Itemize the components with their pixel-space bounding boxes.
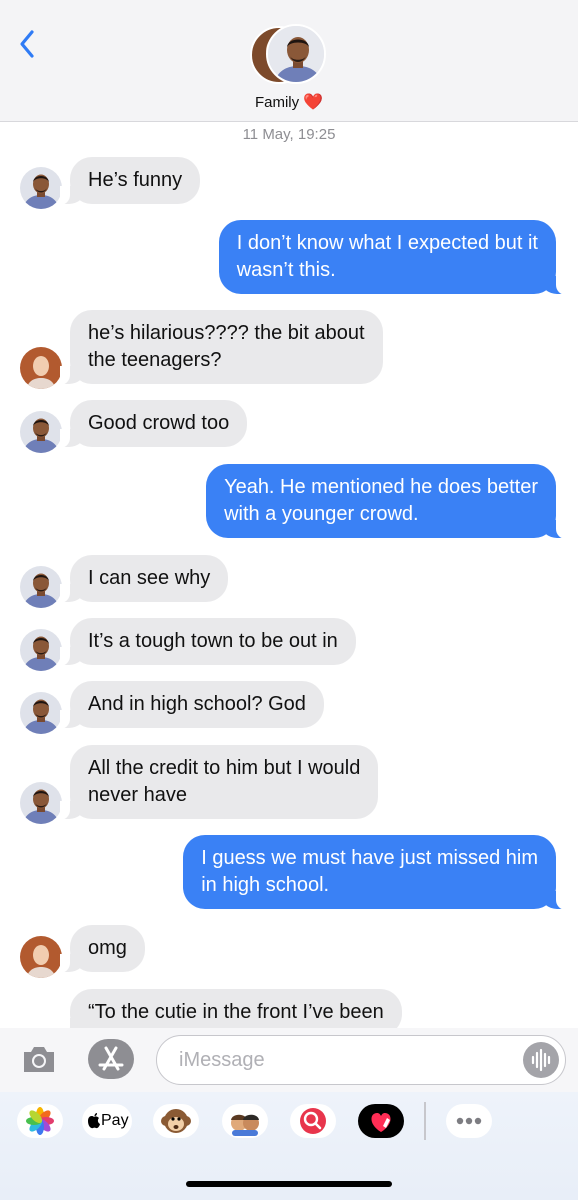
incoming-message[interactable]: omg: [60, 925, 145, 973]
memoji-stickers-button[interactable]: [222, 1104, 268, 1138]
sender-avatar[interactable]: [20, 936, 62, 978]
digital-touch-icon: [371, 1113, 391, 1132]
monkey-icon: [161, 1109, 191, 1133]
animoji-button[interactable]: [153, 1104, 199, 1138]
sender-avatar[interactable]: [20, 782, 62, 824]
home-indicator[interactable]: [186, 1181, 392, 1187]
sender-avatar[interactable]: [20, 629, 62, 671]
photos-app-button[interactable]: [17, 1104, 63, 1138]
camera-button[interactable]: [20, 1040, 58, 1078]
incoming-message[interactable]: It’s a tough town to be out in: [60, 618, 356, 666]
chevron-left-icon: [20, 30, 34, 58]
image-search-button[interactable]: [290, 1104, 336, 1138]
sender-avatar[interactable]: [20, 692, 62, 734]
outgoing-message[interactable]: I guess we must have just missed him in …: [183, 835, 566, 910]
group-avatar[interactable]: [250, 24, 328, 86]
more-apps-button[interactable]: [446, 1104, 492, 1138]
sender-avatar[interactable]: [20, 411, 62, 453]
more-icon: [456, 1117, 482, 1125]
audio-message-button[interactable]: [523, 1042, 559, 1078]
conversation-name: Family: [254, 94, 300, 111]
waveform-icon: [531, 1048, 551, 1072]
incoming-message[interactable]: Good crowd too: [59, 400, 248, 448]
incoming-message[interactable]: He’s funny: [59, 157, 201, 205]
apple-pay-button[interactable]: Pay: [82, 1104, 132, 1138]
app-store-icon: [98, 1046, 124, 1071]
back-button[interactable]: [14, 26, 44, 62]
message-input[interactable]: [179, 1046, 519, 1074]
message-field[interactable]: [156, 1035, 566, 1085]
incoming-message[interactable]: All the credit to him but I would never …: [59, 745, 379, 820]
conversation-title[interactable]: Family ❤️: [0, 92, 578, 112]
sender-avatar[interactable]: [20, 167, 62, 209]
conversation-header: Family ❤️: [0, 0, 578, 122]
incoming-message[interactable]: I can see why: [59, 555, 229, 603]
apple-logo-icon: [88, 1113, 100, 1129]
sender-avatar[interactable]: [20, 566, 62, 608]
outgoing-message[interactable]: Yeah. He mentioned he does better with a…: [206, 464, 566, 539]
app-store-button[interactable]: [88, 1039, 134, 1079]
photos-icon: [26, 1107, 54, 1135]
sender-avatar[interactable]: [20, 347, 62, 389]
image-search-icon: [300, 1108, 326, 1134]
apple-pay-label: Pay: [101, 1112, 129, 1129]
group-member-photo: [266, 24, 326, 84]
message-timestamp: 11 May, 19:25: [242, 126, 336, 143]
memoji-stickers-icon: [231, 1114, 259, 1136]
camera-icon: [24, 1047, 54, 1072]
compose-bar: [0, 1028, 578, 1092]
digital-touch-button[interactable]: [358, 1104, 404, 1138]
outgoing-message[interactable]: I don’t know what I expected but it wasn…: [218, 220, 567, 295]
incoming-message[interactable]: And in high school? God: [60, 681, 324, 729]
drawer-divider: [424, 1102, 426, 1140]
incoming-message[interactable]: he’s hilarious???? the bit about the tee…: [60, 310, 383, 385]
heart-icon: ❤️: [303, 94, 324, 111]
